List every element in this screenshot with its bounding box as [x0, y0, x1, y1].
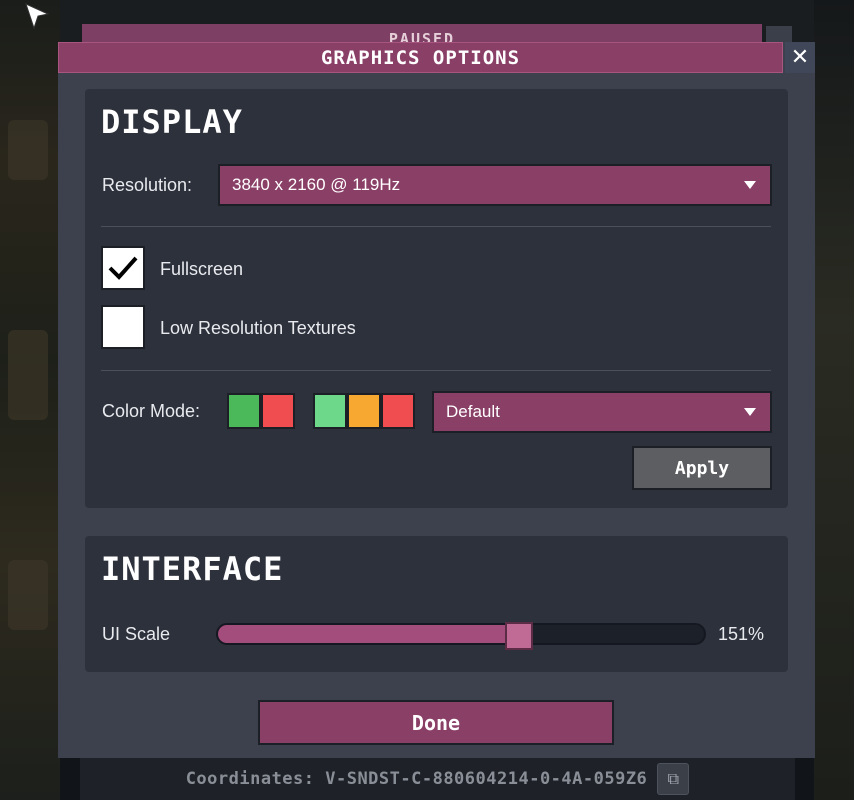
ui-scale-value: 151% [718, 624, 765, 644]
mouse-cursor-icon [25, 3, 50, 30]
dialog-title: GRAPHICS OPTIONS [320, 46, 521, 69]
color-mode-label: Color Mode: [102, 401, 201, 421]
apply-button[interactable]: Apply [632, 446, 772, 490]
copy-coordinates-button[interactable]: ⧉ [657, 763, 690, 795]
low-res-textures-checkbox[interactable] [101, 305, 145, 349]
ui-scale-handle[interactable] [505, 622, 534, 650]
color-mode-value: Default [446, 402, 500, 421]
checkmark-icon [108, 256, 138, 280]
coordinates-text: Coordinates: V-SNDST-C-880604214-0-4A-05… [185, 769, 648, 789]
interface-heading: INTERFACE [101, 550, 284, 588]
color-mode-dropdown[interactable]: Default [432, 391, 772, 433]
low-res-textures-label: Low Resolution Textures [160, 318, 356, 338]
coordinates-bar: Coordinates: V-SNDST-C-880604214-0-4A-05… [80, 758, 795, 800]
fullscreen-checkbox[interactable] [101, 246, 145, 290]
resolution-dropdown[interactable]: 3840 x 2160 @ 119Hz [218, 164, 772, 206]
divider [101, 370, 771, 371]
resolution-value: 3840 x 2160 @ 119Hz [232, 175, 401, 194]
background-terrain-right [814, 0, 854, 800]
ui-scale-slider[interactable] [216, 622, 706, 650]
chevron-down-icon [744, 408, 756, 416]
interface-panel: INTERFACE UI Scale 151% [85, 536, 788, 672]
background-terrain-left [0, 0, 60, 800]
divider [101, 226, 771, 227]
copy-icon: ⧉ [667, 769, 680, 788]
color-swatch [261, 393, 295, 429]
display-panel: DISPLAY Resolution: 3840 x 2160 @ 119Hz … [85, 89, 788, 508]
ui-scale-label: UI Scale [102, 624, 171, 644]
close-button[interactable]: ✕ [785, 42, 815, 73]
color-swatch [347, 393, 381, 429]
color-swatch [313, 393, 347, 429]
color-swatch [381, 393, 415, 429]
screen: PAUSED GRAPHICS OPTIONS ✕ DISPLAY Resolu… [0, 0, 854, 800]
display-heading: DISPLAY [101, 103, 243, 141]
color-swatch [227, 393, 261, 429]
fullscreen-label: Fullscreen [160, 259, 244, 279]
close-icon: ✕ [790, 45, 810, 70]
chevron-down-icon [744, 181, 756, 189]
graphics-options-dialog: GRAPHICS OPTIONS ✕ DISPLAY Resolution: 3… [58, 42, 815, 758]
done-button[interactable]: Done [258, 700, 614, 745]
resolution-label: Resolution: [102, 175, 193, 195]
dialog-title-bar: GRAPHICS OPTIONS [58, 42, 783, 73]
paused-banner: PAUSED [82, 24, 762, 44]
ui-scale-fill [218, 625, 520, 643]
